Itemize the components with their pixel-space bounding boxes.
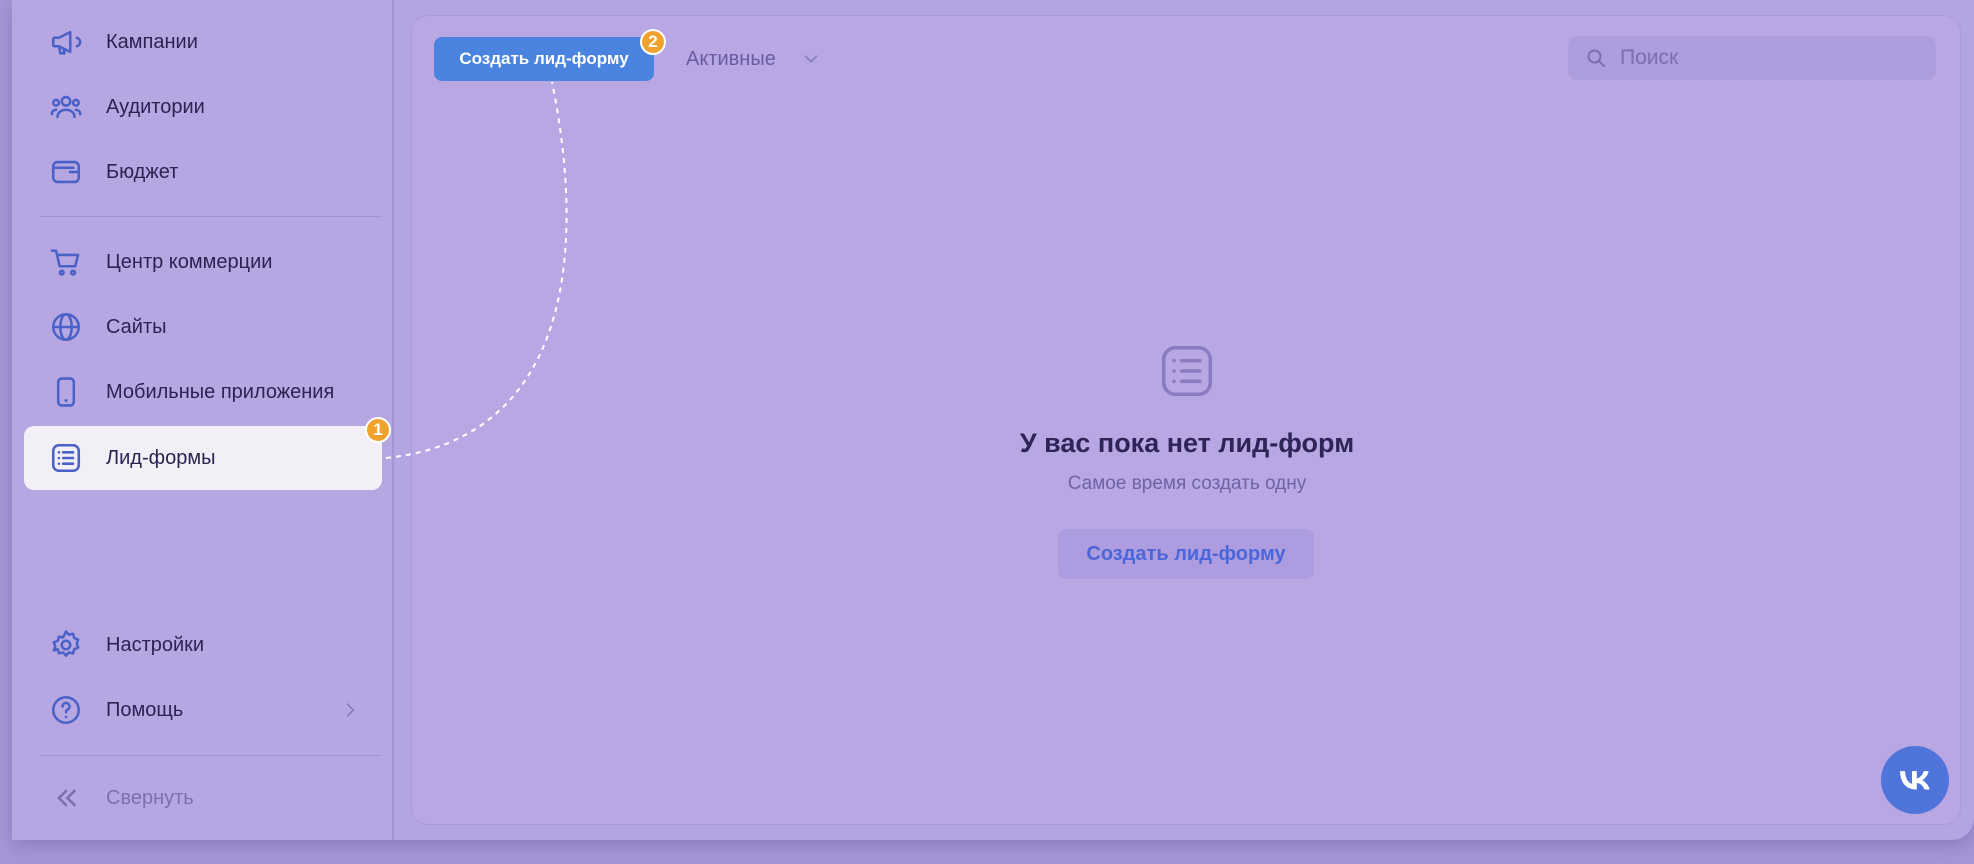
sidebar-item-label: Кампании [106, 30, 198, 53]
sidebar-item-mobile-apps[interactable]: Мобильные приложения [24, 360, 382, 424]
chevrons-left-icon [48, 780, 84, 816]
empty-state-title: У вас пока нет лид-форм [1019, 428, 1355, 458]
sidebar-item-commerce[interactable]: Центр коммерции [24, 230, 382, 294]
sidebar-divider [40, 216, 382, 217]
list-icon [1161, 345, 1213, 397]
gear-icon [48, 627, 84, 663]
sidebar: Кампании Аудитории Бюджет Центр коммерци… [12, 0, 394, 840]
wallet-icon [48, 154, 84, 190]
search-placeholder: Поиск [1620, 46, 1679, 69]
vk-chat-button[interactable] [1881, 746, 1949, 814]
search-icon [1587, 49, 1605, 67]
sidebar-item-label: Лид-формы [106, 446, 216, 469]
empty-state-create-button[interactable]: Создать лид-форму [1058, 529, 1314, 579]
megaphone-icon [48, 24, 84, 60]
sidebar-item-label: Бюджет [106, 160, 179, 183]
sidebar-item-sites[interactable]: Сайты [24, 295, 382, 359]
status-filter-dropdown[interactable]: Активные [686, 40, 822, 78]
phone-icon [48, 374, 84, 410]
sidebar-divider [40, 755, 382, 756]
sidebar-item-budget[interactable]: Бюджет [24, 140, 382, 204]
search-input[interactable]: Поиск [1568, 36, 1936, 80]
chevron-right-icon [346, 703, 355, 717]
vk-logo-icon [1900, 771, 1930, 790]
sidebar-item-help[interactable]: Помощь [24, 678, 382, 742]
list-icon [48, 440, 84, 476]
sidebar-item-label: Мобильные приложения [106, 380, 335, 403]
sidebar-item-audiences[interactable]: Аудитории [24, 75, 382, 139]
main-content [412, 16, 1960, 824]
sidebar-item-campaigns[interactable]: Кампании [24, 10, 382, 74]
chevron-down-icon [804, 55, 818, 64]
sidebar-item-label: Помощь [106, 698, 184, 721]
status-filter-value: Активные [686, 47, 776, 70]
step-badge-2: 2 [640, 29, 666, 55]
sidebar-collapse-button[interactable]: Свернуть [24, 766, 382, 830]
sidebar-item-lead-forms[interactable]: Лид-формы [24, 426, 382, 490]
step-badge-1: 1 [365, 417, 391, 443]
sidebar-item-label: Настройки [106, 633, 205, 656]
sidebar-item-label: Свернуть [106, 786, 194, 809]
globe-icon [48, 309, 84, 345]
users-icon [48, 89, 84, 125]
cart-icon [48, 244, 84, 280]
sidebar-item-label: Сайты [106, 315, 167, 338]
help-icon [48, 692, 84, 728]
sidebar-item-label: Аудитории [106, 95, 205, 118]
empty-state-subtitle: Самое время создать одну [1067, 473, 1307, 494]
sidebar-item-settings[interactable]: Настройки [24, 613, 382, 677]
sidebar-item-label: Центр коммерции [106, 250, 273, 273]
app-window: Кампании Аудитории Бюджет Центр коммерци… [12, 0, 1974, 840]
create-lead-form-button[interactable]: Создать лид-форму [434, 37, 654, 81]
